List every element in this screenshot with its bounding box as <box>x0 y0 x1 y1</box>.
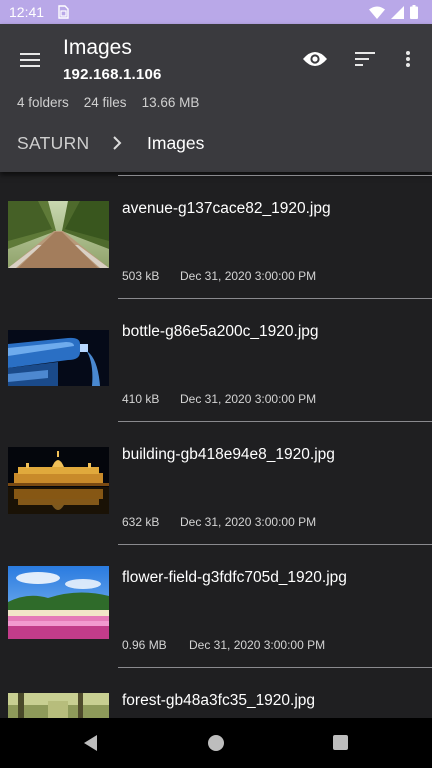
signal-icon <box>391 5 404 19</box>
file-date: Dec 31, 2020 3:00:00 PM <box>180 515 317 529</box>
recents-icon[interactable] <box>333 735 348 750</box>
server-address: 192.168.1.106 <box>63 66 162 83</box>
list-item[interactable]: avenue-g137cace82_1920.jpg 503 kB Dec 31… <box>0 175 432 298</box>
file-size: 632 kB <box>122 515 160 529</box>
battery-icon <box>410 5 418 19</box>
file-date: Dec 31, 2020 3:00:00 PM <box>180 269 317 283</box>
file-list[interactable]: avenue-g137cace82_1920.jpg 503 kB Dec 31… <box>0 172 432 718</box>
file-date: Dec 31, 2020 3:00:00 PM <box>180 392 317 406</box>
file-size: 410 kB <box>122 392 160 406</box>
eye-icon <box>303 52 327 66</box>
hamburger-menu-icon <box>20 53 40 67</box>
file-size: 0.96 MB <box>122 638 167 652</box>
image-thumbnail <box>8 201 109 268</box>
back-icon[interactable] <box>82 734 100 752</box>
preview-toggle-button[interactable] <box>297 44 333 74</box>
image-thumbnail <box>8 566 109 639</box>
file-name: avenue-g137cace82_1920.jpg <box>122 200 331 217</box>
list-item[interactable]: bottle-g86e5a200c_1920.jpg 410 kB Dec 31… <box>0 298 432 421</box>
navigation-bar <box>0 718 432 768</box>
folder-summary: 4 folders 24 files 13.66 MB <box>17 95 199 110</box>
list-item[interactable]: building-gb418e94e8_1920.jpg 632 kB Dec … <box>0 421 432 544</box>
image-thumbnail <box>8 693 109 718</box>
more-vert-icon <box>406 51 410 67</box>
file-name: forest-gb48a3fc35_1920.jpg <box>122 692 316 709</box>
list-item[interactable]: flower-field-g3fdfc705d_1920.jpg 0.96 MB… <box>0 544 432 667</box>
more-options-button[interactable] <box>396 44 420 74</box>
file-count: 24 files <box>83 95 127 110</box>
file-name: bottle-g86e5a200c_1920.jpg <box>122 323 319 340</box>
folder-count: 4 folders <box>17 95 69 110</box>
file-name: flower-field-g3fdfc705d_1920.jpg <box>122 569 347 586</box>
file-size: 503 kB <box>122 269 160 283</box>
status-time: 12:41 <box>9 4 45 20</box>
home-icon[interactable] <box>208 735 224 751</box>
list-item[interactable]: forest-gb48a3fc35_1920.jpg <box>0 667 432 718</box>
menu-button[interactable] <box>12 44 48 76</box>
page-title: Images <box>63 36 132 59</box>
file-name: building-gb418e94e8_1920.jpg <box>122 446 335 463</box>
sort-button[interactable] <box>348 44 382 74</box>
image-thumbnail <box>8 447 109 514</box>
image-thumbnail <box>8 330 109 386</box>
file-date: Dec 31, 2020 3:00:00 PM <box>189 638 326 652</box>
status-bar: 12:41 <box>0 0 432 24</box>
breadcrumb-current[interactable]: Images <box>147 133 204 154</box>
sort-icon <box>355 52 375 66</box>
sim-card-icon <box>58 5 69 19</box>
app-bar: Images 192.168.1.106 4 folders 24 files … <box>0 24 432 172</box>
breadcrumb-root[interactable]: SATURN <box>17 133 89 154</box>
wifi-icon <box>369 6 385 19</box>
total-size: 13.66 MB <box>141 95 200 110</box>
chevron-right-icon <box>113 136 122 150</box>
